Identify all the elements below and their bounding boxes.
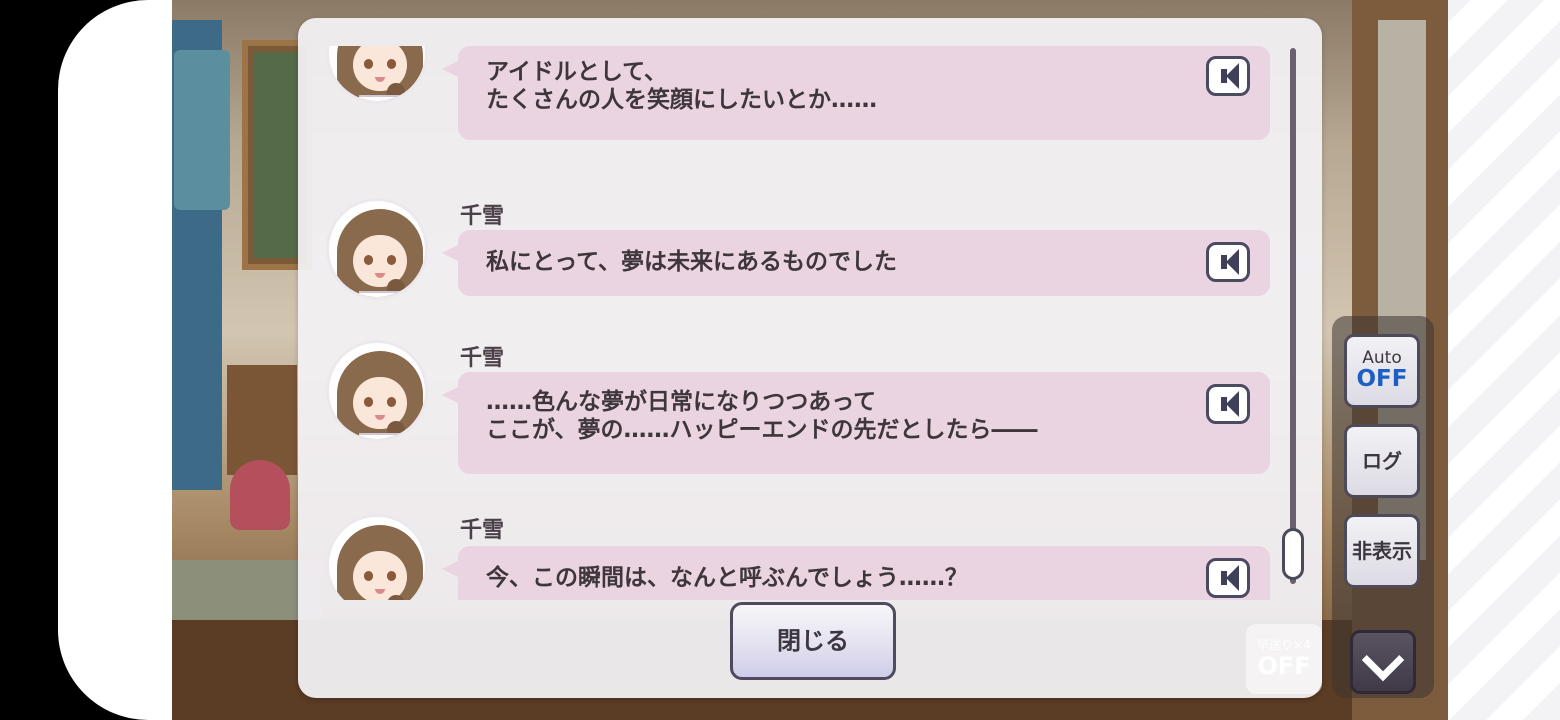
avatar [326, 514, 428, 600]
dialogue-line: たくさんの人を笑顔にしたいとか…… [486, 87, 877, 113]
close-button[interactable]: 閉じる [730, 602, 896, 680]
fast-forward-state: OFF [1257, 652, 1311, 680]
speaker-icon-cone [1226, 249, 1239, 275]
avatar-collar [359, 291, 401, 297]
scrollbar-thumb[interactable] [1282, 528, 1304, 580]
dialogue-line: 私にとって、夢は未来にあるものでした [486, 249, 898, 275]
voice-play-button[interactable] [1206, 242, 1250, 282]
log-entry: アイドルとして、 たくさんの人を笑顔にしたいとか…… [298, 46, 1288, 166]
auto-label: Auto [1362, 348, 1402, 368]
avatar-eye [364, 59, 373, 69]
scene-wall-window-pane [254, 52, 300, 258]
avatar-eye [364, 255, 373, 265]
speaker-name: 千雪 [460, 346, 505, 371]
scrollbar-track[interactable] [1290, 48, 1296, 584]
dialogue-line: 今、この瞬間は、なんと呼ぶんでしょう……？ [486, 565, 968, 591]
chevron-down-icon [1361, 638, 1405, 682]
dialogue-bubble: 今、この瞬間は、なんと呼ぶんでしょう……？ [442, 546, 1270, 600]
speaker-icon-cone [1226, 63, 1239, 89]
avatar-collar [359, 95, 401, 101]
voice-play-button[interactable] [1206, 558, 1250, 598]
avatar-collar [359, 433, 401, 439]
avatar [326, 340, 428, 442]
speaker-icon-cone [1226, 391, 1239, 417]
avatar-eye [387, 255, 396, 265]
menu-toggle-button[interactable] [1350, 630, 1416, 694]
auto-toggle-button[interactable]: Auto OFF [1344, 334, 1420, 408]
avatar [326, 46, 428, 104]
fast-forward-label: 早送り×4 [1257, 638, 1311, 652]
hide-ui-button[interactable]: 非表示 [1344, 514, 1420, 588]
log-entry: 千雪 ……色んな夢が日常になりつつあって ここが、夢の……ハッピーエンドの先だと… [298, 338, 1288, 478]
scene-stool [230, 460, 290, 530]
voice-play-button[interactable] [1206, 384, 1250, 424]
avatar [326, 198, 428, 300]
avatar-eye [364, 397, 373, 407]
auto-state: OFF [1356, 366, 1408, 392]
avatar-eye [387, 397, 396, 407]
dialogue-bubble: 私にとって、夢は未来にあるものでした [442, 230, 1270, 296]
fast-forward-button[interactable]: 早送り×4 OFF [1246, 624, 1322, 694]
dialogue-line: アイドルとして、 [486, 59, 668, 85]
speaker-icon-cone [1226, 565, 1239, 591]
dialogue-bubble: ……色んな夢が日常になりつつあって ここが、夢の……ハッピーエンドの先だとしたら… [442, 372, 1270, 474]
voice-play-button[interactable] [1206, 56, 1250, 96]
dialogue-line: ……色んな夢が日常になりつつあって [486, 389, 877, 415]
dialogue-bubble: アイドルとして、 たくさんの人を笑顔にしたいとか…… [442, 46, 1270, 140]
log-entry: 千雪 私にとって、夢は未来にあるものでした [298, 196, 1288, 306]
speaker-name: 千雪 [460, 518, 505, 543]
avatar-eye [387, 59, 396, 69]
log-entry: 千雪 今、この瞬間は、なんと呼ぶんでしょう……？ [298, 510, 1288, 600]
dialogue-line: ここが、夢の……ハッピーエンドの先だとしたら―― [486, 417, 1038, 443]
speaker-name: 千雪 [460, 204, 505, 229]
avatar-eye [364, 571, 373, 581]
backlog-list[interactable]: アイドルとして、 たくさんの人を笑顔にしたいとか…… 千雪 私にとって、夢は未来… [298, 46, 1288, 600]
log-button[interactable]: ログ [1344, 424, 1420, 498]
avatar-eye [387, 571, 396, 581]
backlog-dialog: アイドルとして、 たくさんの人を笑顔にしたいとか…… 千雪 私にとって、夢は未来… [298, 18, 1322, 698]
left-screen-edge [58, 0, 176, 720]
scene-shelf [227, 365, 297, 475]
scene-jacket [174, 50, 230, 210]
